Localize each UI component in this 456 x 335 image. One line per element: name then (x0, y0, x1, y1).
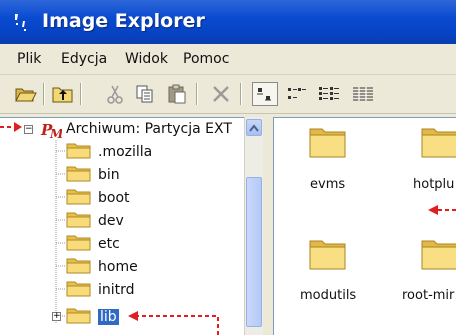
image-explorer-window: Image Explorer Plik Edycja Widok Pomoc −… (0, 0, 456, 335)
annotation-arrows (0, 122, 456, 335)
